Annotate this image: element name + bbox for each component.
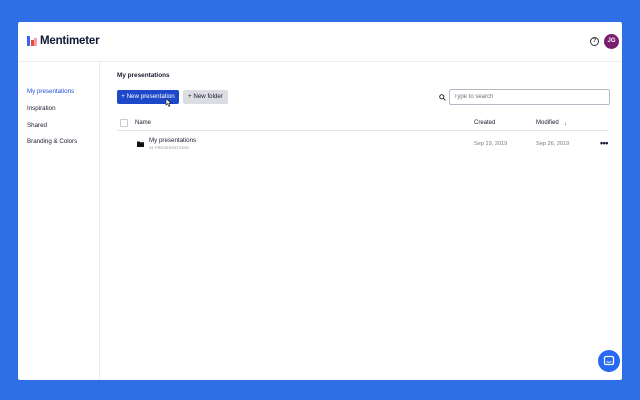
new-folder-button[interactable]: + New folder bbox=[183, 90, 228, 104]
sidebar-item-shared[interactable]: Shared bbox=[27, 122, 47, 129]
sidebar-item-branding-colors[interactable]: Branding & Colors bbox=[27, 138, 77, 145]
brand-name: Mentimeter bbox=[40, 35, 100, 47]
more-options-icon[interactable]: ••• bbox=[600, 139, 608, 148]
main-content: My presentations + New presentation + Ne… bbox=[101, 62, 622, 380]
column-header-created[interactable]: Created bbox=[474, 120, 495, 126]
column-header-name[interactable]: Name bbox=[135, 120, 151, 126]
app-window: Mentimeter ? JG My presentations Inspira… bbox=[18, 22, 622, 380]
table-header: Name Created Modified ↓ bbox=[117, 116, 609, 131]
table-row[interactable]: My presentations 34 PRESENTATIONS Sep 19… bbox=[117, 132, 609, 156]
help-icon[interactable]: ? bbox=[590, 37, 599, 46]
row-title[interactable]: My presentations bbox=[149, 137, 196, 144]
mouse-cursor-icon bbox=[165, 98, 172, 107]
sidebar-item-my-presentations[interactable]: My presentations bbox=[27, 88, 74, 95]
row-modified-date: Sep 26, 2019 bbox=[536, 141, 570, 147]
mentimeter-logo[interactable]: Mentimeter bbox=[27, 35, 100, 47]
chat-bubble-icon bbox=[603, 355, 615, 366]
chat-launcher-button[interactable] bbox=[598, 350, 620, 372]
column-header-modified[interactable]: Modified bbox=[536, 120, 559, 126]
row-subtitle: 34 PRESENTATIONS bbox=[149, 146, 189, 150]
sidebar-item-inspiration[interactable]: Inspiration bbox=[27, 105, 56, 112]
logo-mark-icon bbox=[27, 36, 37, 46]
sidebar: My presentations Inspiration Shared Bran… bbox=[18, 62, 100, 380]
search-icon[interactable] bbox=[439, 94, 446, 101]
row-created-date: Sep 19, 2019 bbox=[474, 141, 508, 147]
select-all-checkbox[interactable] bbox=[120, 119, 128, 127]
search-input[interactable] bbox=[449, 89, 610, 105]
top-bar: Mentimeter ? JG bbox=[18, 22, 622, 62]
page-title: My presentations bbox=[117, 72, 170, 79]
folder-icon bbox=[137, 141, 144, 147]
sort-descending-icon[interactable]: ↓ bbox=[564, 120, 567, 127]
user-avatar[interactable]: JG bbox=[604, 34, 619, 49]
